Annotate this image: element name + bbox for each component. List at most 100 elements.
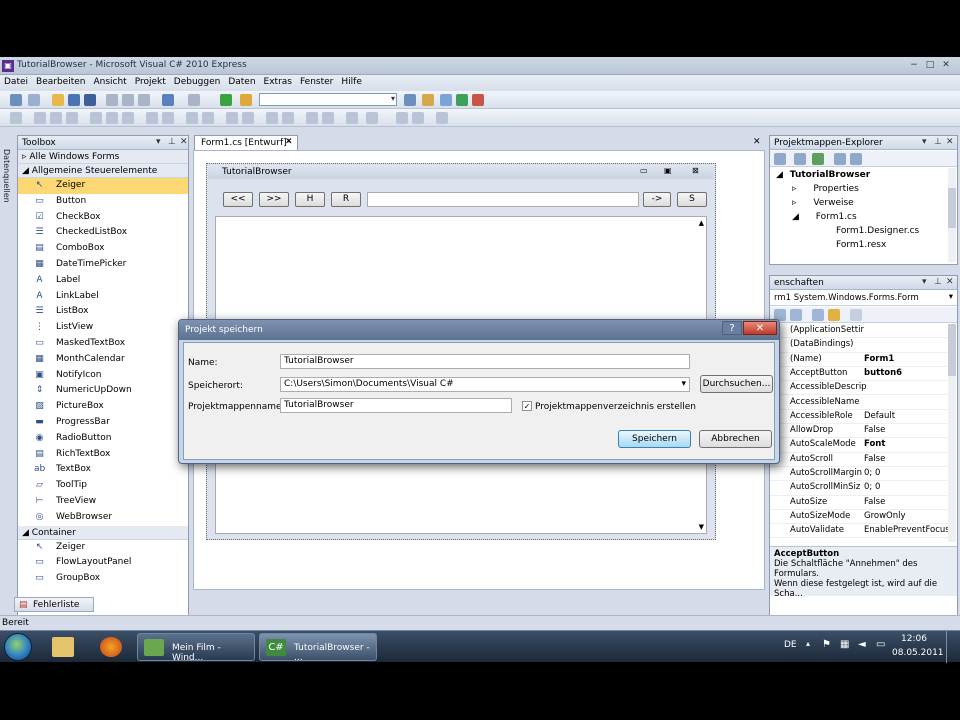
tab-order-icon[interactable] xyxy=(346,112,358,124)
toolbox-item[interactable]: ▦ MonthCalendar xyxy=(18,352,188,368)
alphabetical-icon[interactable] xyxy=(790,309,802,321)
align-to-grid-icon[interactable] xyxy=(10,112,22,124)
scrollbar[interactable] xyxy=(948,168,956,262)
toolbox-item[interactable]: ◉ RadioButton xyxy=(18,431,188,447)
make-same-width-icon[interactable] xyxy=(146,112,158,124)
minimize-button[interactable]: − xyxy=(908,59,920,71)
align-middles-icon[interactable] xyxy=(106,112,118,124)
cut-icon[interactable] xyxy=(106,94,118,106)
toolbox-item[interactable]: ⇕ NumericUpDown xyxy=(18,383,188,399)
property-row[interactable]: (ApplicationSettir xyxy=(770,324,956,339)
tree-form1-resx[interactable]: Form1.resx xyxy=(822,240,886,250)
increase-spacing-icon[interactable] xyxy=(202,112,214,124)
toolbox-item[interactable]: ⊢ TreeView xyxy=(18,494,188,510)
menu-hilfe[interactable]: Hilfe xyxy=(337,75,365,87)
toolbox-item[interactable]: ▭ GroupBox xyxy=(18,571,188,587)
save-all-icon[interactable] xyxy=(84,94,96,106)
show-hidden-icons-icon[interactable]: ▴ xyxy=(806,639,810,648)
property-pages-icon[interactable] xyxy=(850,309,862,321)
property-row[interactable]: AutoSize False xyxy=(770,496,956,510)
show-all-files-icon[interactable] xyxy=(794,153,806,165)
toolbox-item[interactable]: ▭ FlowLayoutPanel xyxy=(18,555,188,571)
action-center-icon[interactable]: ⚑ xyxy=(822,639,831,650)
toolbox-item[interactable]: ☑ CheckBox xyxy=(18,210,188,226)
network-icon[interactable]: ▦ xyxy=(840,639,849,650)
toolbox-item[interactable]: ▭ Button xyxy=(18,194,188,210)
property-row[interactable]: AutoValidate EnablePreventFocus xyxy=(770,524,956,539)
menu-debuggen[interactable]: Debuggen xyxy=(170,75,225,87)
toolbox-item[interactable]: ab TextBox xyxy=(18,462,188,478)
dropdown-icon[interactable]: ▾ xyxy=(156,137,161,147)
volume-icon[interactable]: ◄ xyxy=(858,639,866,650)
location-field[interactable]: C:\Users\Simon\Documents\Visual C# ▾ xyxy=(280,377,690,392)
scrollbar-thumb[interactable] xyxy=(948,188,956,228)
tree-solution[interactable]: ◢ TutorialBrowser xyxy=(776,170,870,180)
refresh-button[interactable]: R xyxy=(331,192,361,207)
tree-references[interactable]: ▹ Verweise xyxy=(792,198,854,208)
toolbox-item[interactable]: ☰ ListBox xyxy=(18,304,188,320)
menu-bearbeiten[interactable]: Bearbeiten xyxy=(32,75,89,87)
help-button[interactable]: ? xyxy=(722,321,742,335)
horizontal-spacing-icon[interactable] xyxy=(186,112,198,124)
menu-fenster[interactable]: Fenster xyxy=(296,75,337,87)
maximize-button[interactable]: □ xyxy=(924,59,936,71)
tree-form1-designer[interactable]: Form1.Designer.cs xyxy=(822,226,919,236)
display-icon[interactable]: ▭ xyxy=(876,639,885,650)
toolbox-item[interactable]: ☰ CheckedListBox xyxy=(18,225,188,241)
explorer-taskbar-button[interactable] xyxy=(42,633,88,661)
format-icon[interactable] xyxy=(436,112,448,124)
toolbox-item[interactable]: A LinkLabel xyxy=(18,289,188,305)
add-item-icon[interactable] xyxy=(28,94,40,106)
find-icon[interactable] xyxy=(240,94,252,106)
center-vertically-icon[interactable] xyxy=(282,112,294,124)
menu-datei[interactable]: Datei xyxy=(0,75,32,87)
menu-ansicht[interactable]: Ansicht xyxy=(89,75,130,87)
home-button[interactable]: H xyxy=(295,192,325,207)
refresh-icon[interactable] xyxy=(812,153,824,165)
align-centers-icon[interactable] xyxy=(50,112,62,124)
property-row[interactable]: AutoScaleMode Font xyxy=(770,438,956,453)
find-in-files-icon[interactable] xyxy=(404,94,416,106)
close-icon[interactable]: ✕ xyxy=(285,137,293,147)
solution-name-field[interactable]: TutorialBrowser xyxy=(280,398,512,413)
save-icon[interactable] xyxy=(68,94,80,106)
toolbox-item[interactable]: ▤ ComboBox xyxy=(18,241,188,257)
toolbox-item[interactable]: ▣ NotifyIcon xyxy=(18,368,188,384)
align-rights-icon[interactable] xyxy=(66,112,78,124)
toolbox-item[interactable]: ▦ DateTimePicker xyxy=(18,257,188,273)
show-desktop-button[interactable] xyxy=(946,631,958,663)
property-row[interactable]: (Name) Form1 xyxy=(770,353,956,367)
property-row[interactable]: AccessibleRole Default xyxy=(770,410,956,425)
toolbox-item[interactable]: A Label xyxy=(18,273,188,289)
category-common-controls[interactable]: ◢ Allgemeine Steuerelemente xyxy=(18,164,188,178)
menu-projekt[interactable]: Projekt xyxy=(131,75,170,87)
close-icon[interactable]: ✕ xyxy=(180,137,188,147)
toolbox-item[interactable]: ↖ Zeiger xyxy=(18,178,188,194)
align-lefts-icon[interactable] xyxy=(34,112,46,124)
tab-form1-designer[interactable]: Form1.cs [Entwurf]* xyxy=(194,135,299,150)
property-row[interactable]: AutoScroll False xyxy=(770,453,956,467)
copy-icon[interactable] xyxy=(122,94,134,106)
solution-config-dropdown[interactable]: ▾ xyxy=(259,93,397,106)
paste-icon[interactable] xyxy=(138,94,150,106)
go-button[interactable]: -> xyxy=(643,192,671,207)
start-debug-icon[interactable] xyxy=(220,94,232,106)
toolbox-item[interactable]: ◎ WebBrowser xyxy=(18,510,188,526)
category-container[interactable]: ◢ Container xyxy=(18,525,188,540)
menu-extras[interactable]: Extras xyxy=(260,75,296,87)
dropdown-icon[interactable]: ▾ xyxy=(922,137,927,147)
browse-button[interactable]: Durchsuchen... xyxy=(700,375,773,393)
toolbox-item[interactable]: ▨ PictureBox xyxy=(18,399,188,415)
undo-icon[interactable] xyxy=(162,94,174,106)
align-bottoms-icon[interactable] xyxy=(122,112,134,124)
object-browser-icon[interactable] xyxy=(456,94,468,106)
clock-time[interactable]: 12:06 xyxy=(892,634,936,644)
new-project-icon[interactable] xyxy=(10,94,22,106)
category-all-windows-forms[interactable]: ▹ Alle Windows Forms xyxy=(18,150,188,164)
property-row[interactable]: AcceptButton button6 xyxy=(770,367,956,382)
taskbar-window-moviemaker[interactable]: Mein Film - Wind... xyxy=(137,633,255,663)
close-icon[interactable]: ✕ xyxy=(946,277,954,287)
clock-date[interactable]: 08.05.2011 xyxy=(892,648,944,658)
property-row[interactable]: AutoScrollMargin 0; 0 xyxy=(770,467,956,482)
open-folder-icon[interactable] xyxy=(52,94,64,106)
